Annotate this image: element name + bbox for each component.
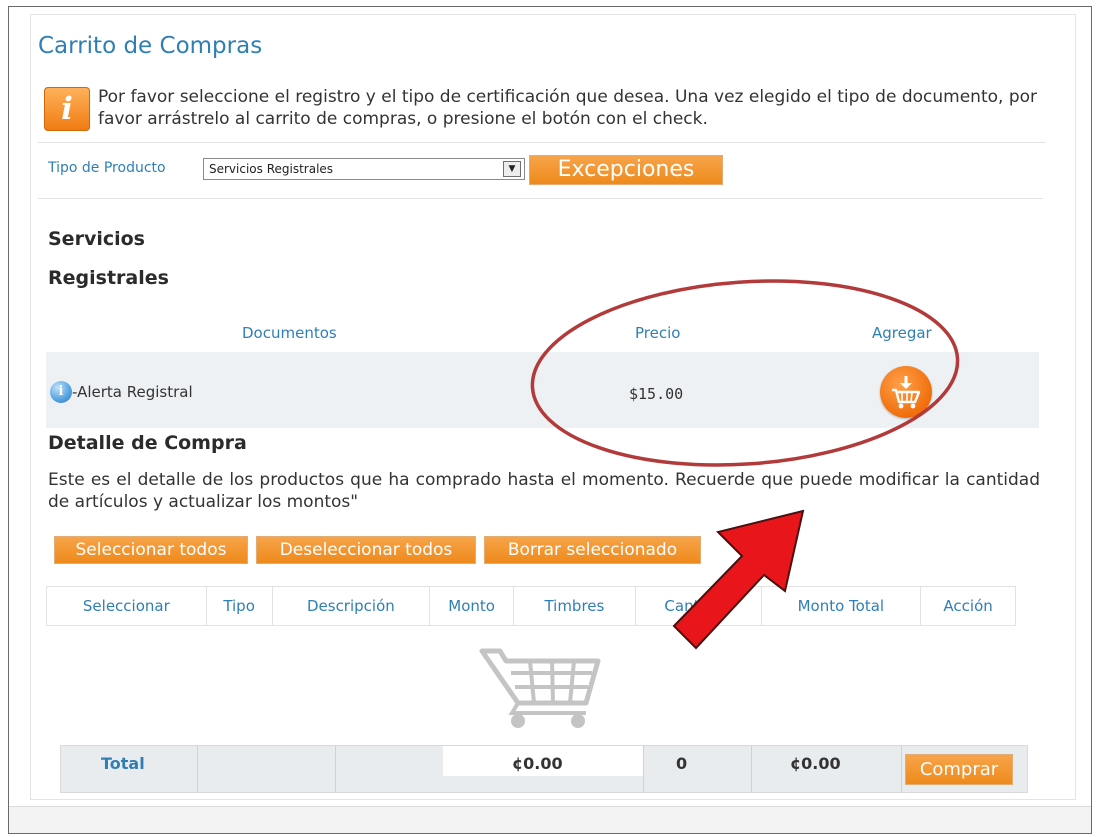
col-stamps: Timbres bbox=[514, 587, 636, 625]
col-quantity: Cantidad bbox=[636, 587, 762, 625]
product-type-select[interactable]: Servicios Registrales ▼ bbox=[203, 158, 525, 180]
col-total-amount: Monto Total bbox=[762, 587, 922, 625]
section-title-continued: Registrales bbox=[48, 267, 169, 289]
add-to-cart-icon[interactable] bbox=[880, 366, 932, 418]
deselect-all-button[interactable]: Deseleccionar todos bbox=[256, 536, 476, 564]
info-circle-icon[interactable]: i bbox=[50, 381, 72, 403]
col-select: Seleccionar bbox=[47, 587, 207, 625]
divider bbox=[38, 198, 1043, 199]
dropdown-arrow-icon[interactable]: ▼ bbox=[503, 161, 521, 177]
cart-table-header: Seleccionar Tipo Descripción Monto Timbr… bbox=[46, 586, 1016, 626]
product-type-label: Tipo de Producto bbox=[48, 160, 166, 176]
info-icon: i bbox=[44, 87, 90, 131]
col-amount: Monto bbox=[430, 587, 515, 625]
select-all-button[interactable]: Seleccionar todos bbox=[54, 536, 248, 564]
footer-strip bbox=[9, 806, 1091, 833]
total-quantity: 0 bbox=[676, 754, 688, 773]
grand-total-amount: ¢0.00 bbox=[790, 754, 841, 773]
column-header-add: Agregar bbox=[872, 324, 932, 342]
buy-button[interactable]: Comprar bbox=[905, 754, 1013, 785]
column-header-documents: Documentos bbox=[242, 324, 337, 342]
product-name: -Alerta Registral bbox=[72, 383, 193, 401]
column-header-price: Precio bbox=[635, 324, 681, 342]
empty-cart-icon bbox=[479, 648, 601, 728]
col-action: Acción bbox=[943, 597, 993, 615]
total-label: Total bbox=[101, 754, 145, 773]
detail-title: Detalle de Compra bbox=[48, 432, 247, 454]
detail-description: Este es el detalle de los productos que … bbox=[48, 470, 1040, 512]
exceptions-button[interactable]: Excepciones bbox=[529, 155, 723, 185]
product-type-value: Servicios Registrales bbox=[209, 162, 334, 176]
col-type: Tipo bbox=[207, 587, 273, 625]
delete-selected-button[interactable]: Borrar seleccionado bbox=[484, 536, 701, 564]
divider bbox=[38, 142, 1046, 143]
section-title: Servicios bbox=[48, 228, 145, 250]
page-title: Carrito de Compras bbox=[38, 33, 263, 59]
cart-arrow-glyph bbox=[892, 376, 921, 409]
total-amount: ¢0.00 bbox=[512, 754, 563, 773]
info-message: Por favor seleccione el registro y el ti… bbox=[98, 87, 1038, 129]
col-description: Descripción bbox=[273, 587, 431, 625]
product-price: $15.00 bbox=[629, 385, 684, 403]
